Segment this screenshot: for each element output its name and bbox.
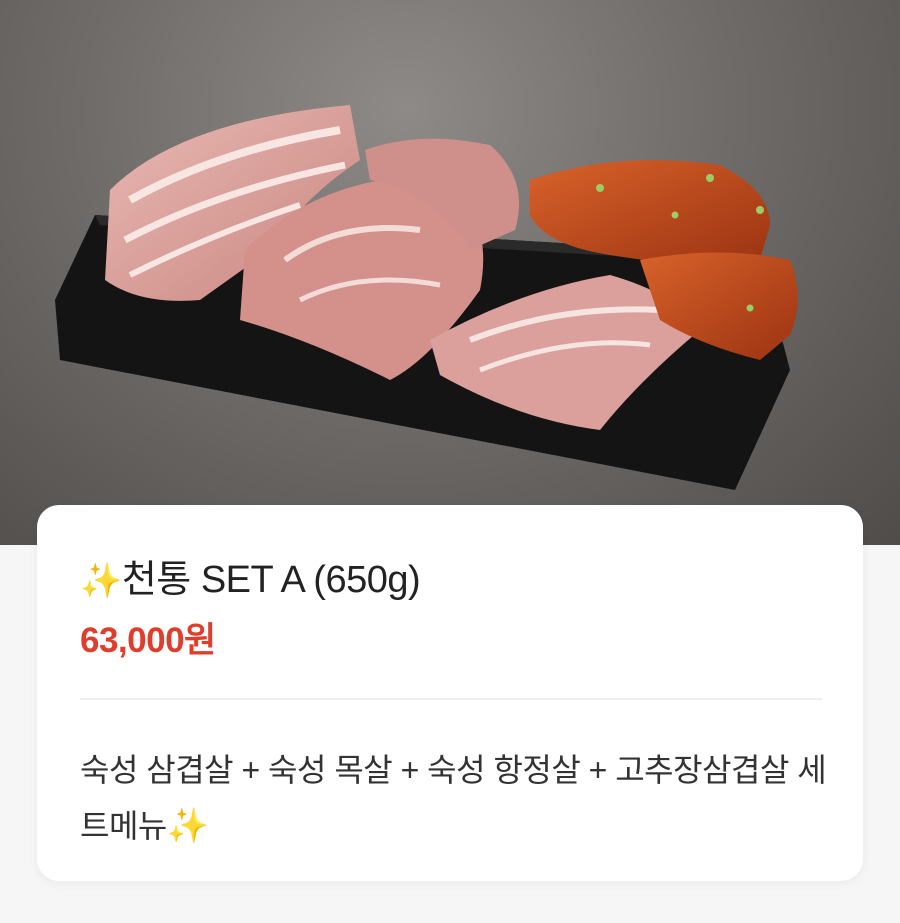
- product-description: 숙성 삼겹살 + 숙성 목살 + 숙성 항정살 + 고추장삼겹살 세트메뉴✨: [80, 742, 830, 854]
- product-title: ✨천통 SET A (650g): [80, 548, 421, 603]
- product-price: 63,000원: [80, 621, 216, 660]
- sparkle-icon: ✨: [80, 562, 122, 600]
- product-photo: [0, 0, 900, 545]
- product-title-text: 천통 SET A (650g): [121, 559, 421, 601]
- product-photo-illustration: [55, 105, 798, 490]
- divider: [80, 698, 822, 700]
- sparkle-icon: ✨: [166, 807, 209, 845]
